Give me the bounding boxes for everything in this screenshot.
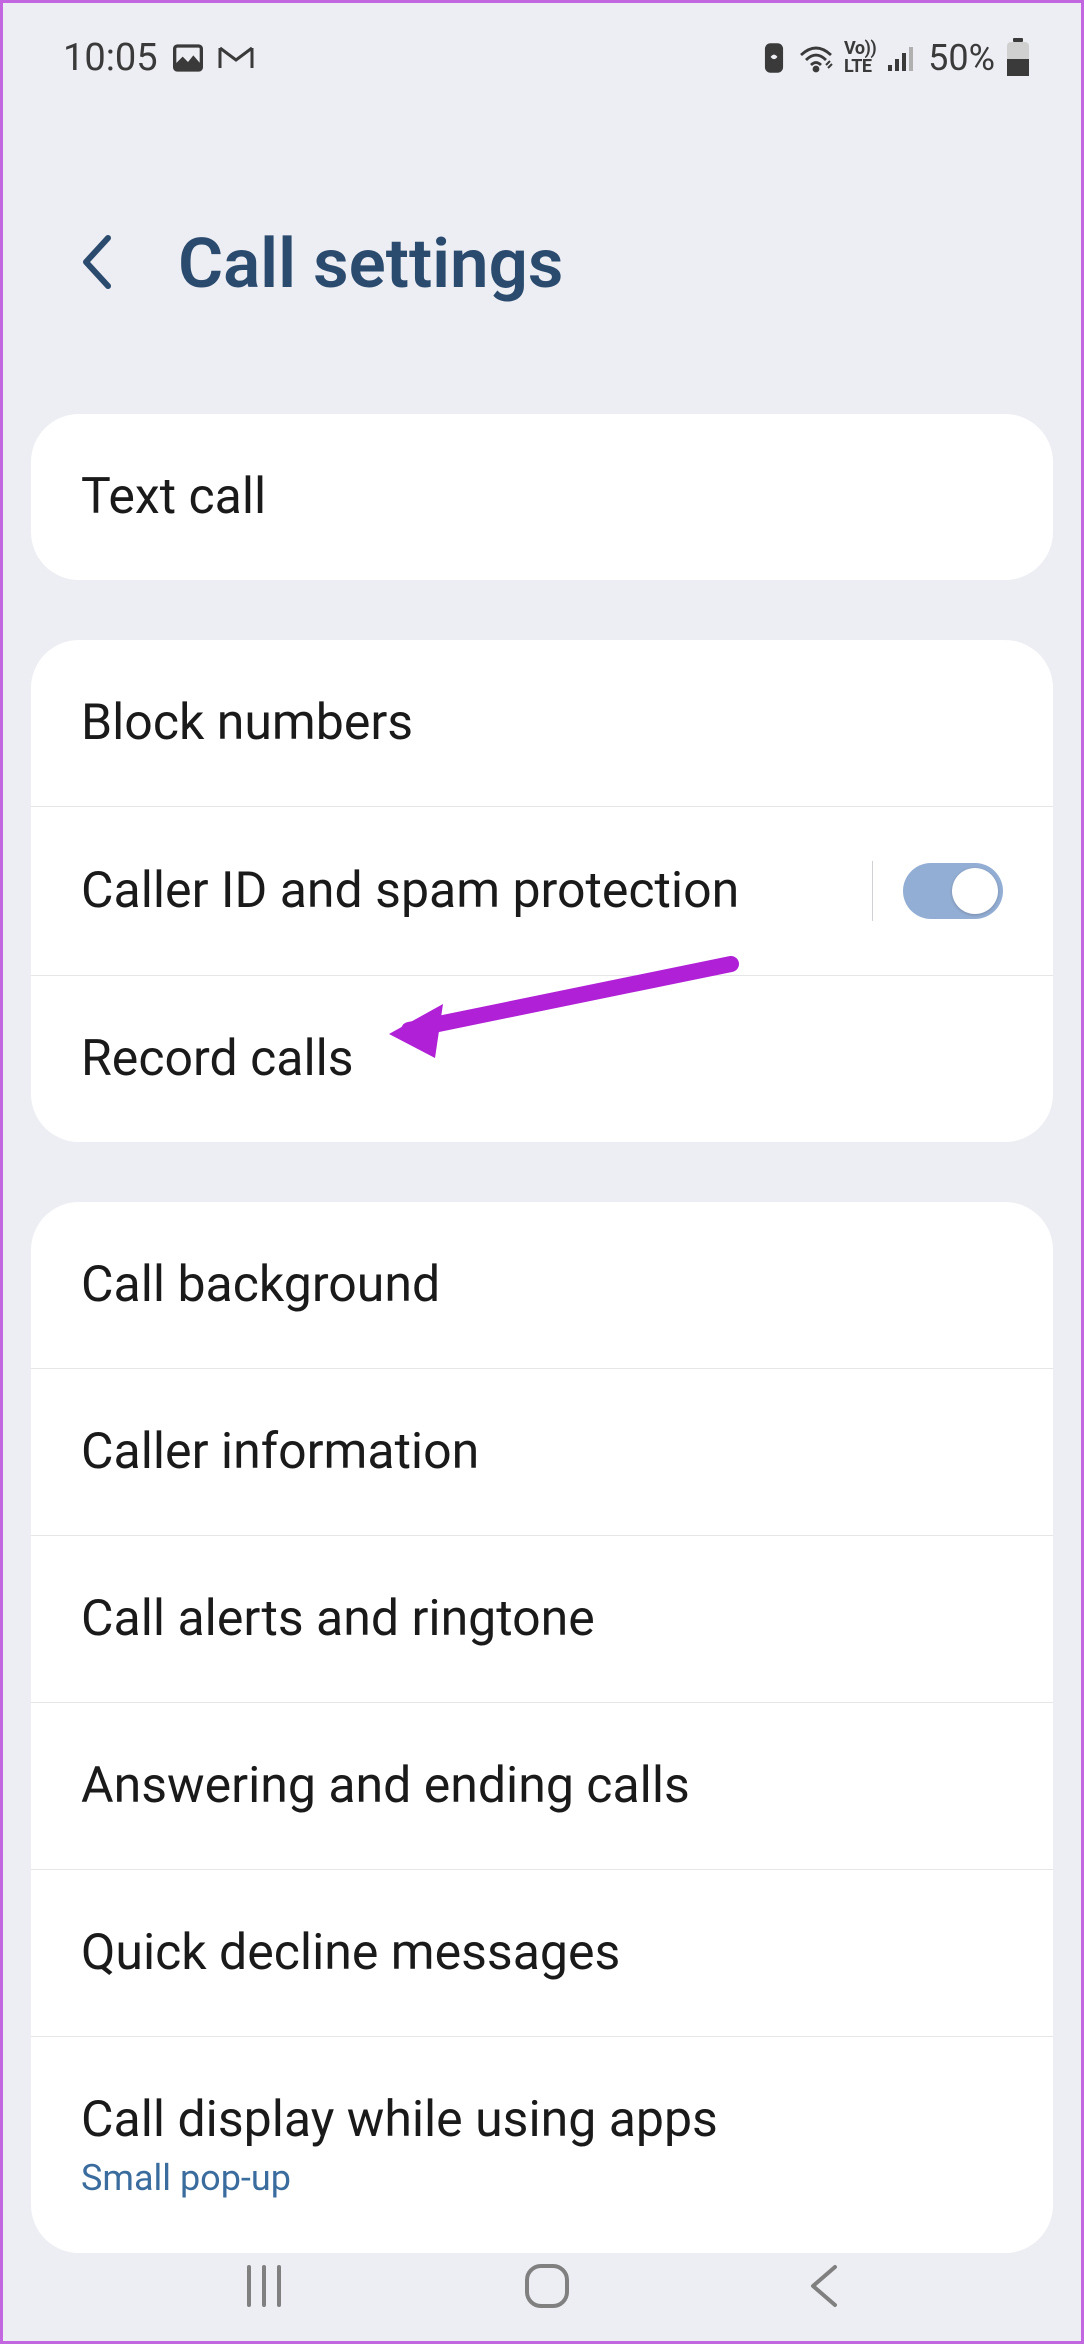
- signal-icon: [886, 43, 918, 73]
- battery-icon: [1005, 38, 1031, 78]
- caller-id-toggle[interactable]: [903, 863, 1003, 919]
- gmail-icon: [218, 44, 254, 72]
- volte-icon: Vo))LTE: [844, 40, 876, 76]
- answering-ending-calls-item[interactable]: Answering and ending calls: [31, 1703, 1053, 1870]
- wifi-icon: [798, 43, 834, 73]
- page-title: Call settings: [178, 223, 563, 304]
- call-alerts-ringtone-item[interactable]: Call alerts and ringtone: [31, 1536, 1053, 1703]
- back-icon[interactable]: [78, 230, 118, 298]
- settings-label: Caller information: [81, 1423, 479, 1481]
- quick-decline-messages-item[interactable]: Quick decline messages: [31, 1870, 1053, 2037]
- settings-label: Text call: [81, 468, 266, 526]
- settings-label: Call background: [81, 1256, 440, 1314]
- settings-label: Record calls: [81, 1030, 354, 1088]
- settings-group-3: Call background Caller information Call …: [31, 1202, 1053, 2253]
- picture-icon: [172, 42, 204, 74]
- divider: [872, 861, 873, 921]
- call-background-item[interactable]: Call background: [31, 1202, 1053, 1369]
- nav-bar: [3, 2231, 1081, 2341]
- nav-home-icon[interactable]: [521, 2260, 573, 2312]
- settings-label: Caller ID and spam protection: [81, 862, 739, 920]
- settings-label: Call display while using apps: [81, 2091, 718, 2149]
- settings-item-content: Call display while using apps Small pop-…: [81, 2091, 718, 2199]
- settings-group-2: Block numbers Caller ID and spam protect…: [31, 640, 1053, 1142]
- caller-information-item[interactable]: Caller information: [31, 1369, 1053, 1536]
- settings-label: Call alerts and ringtone: [81, 1590, 595, 1648]
- settings-sublabel: Small pop-up: [81, 2157, 718, 2199]
- battery-percent: 50%: [928, 37, 995, 79]
- call-display-apps-item[interactable]: Call display while using apps Small pop-…: [31, 2037, 1053, 2253]
- record-calls-item[interactable]: Record calls: [31, 976, 1053, 1142]
- status-right: Vo))LTE 50%: [760, 37, 1031, 79]
- status-bar: 10:05 Vo))LTE 50%: [3, 3, 1081, 103]
- text-call-item[interactable]: Text call: [31, 414, 1053, 580]
- settings-label: Block numbers: [81, 694, 413, 752]
- settings-group-1: Text call: [31, 414, 1053, 580]
- status-time: 10:05: [63, 36, 158, 80]
- leaf-icon: [760, 41, 788, 75]
- toggle-knob: [952, 868, 998, 914]
- toggle-wrapper: [872, 861, 1003, 921]
- nav-recents-icon[interactable]: [239, 2261, 289, 2311]
- nav-back-icon[interactable]: [805, 2261, 845, 2311]
- status-left: 10:05: [63, 36, 254, 80]
- settings-label: Quick decline messages: [81, 1924, 620, 1982]
- caller-id-spam-item[interactable]: Caller ID and spam protection: [31, 807, 1053, 976]
- settings-label: Answering and ending calls: [81, 1757, 690, 1815]
- page-header: Call settings: [3, 103, 1081, 414]
- block-numbers-item[interactable]: Block numbers: [31, 640, 1053, 807]
